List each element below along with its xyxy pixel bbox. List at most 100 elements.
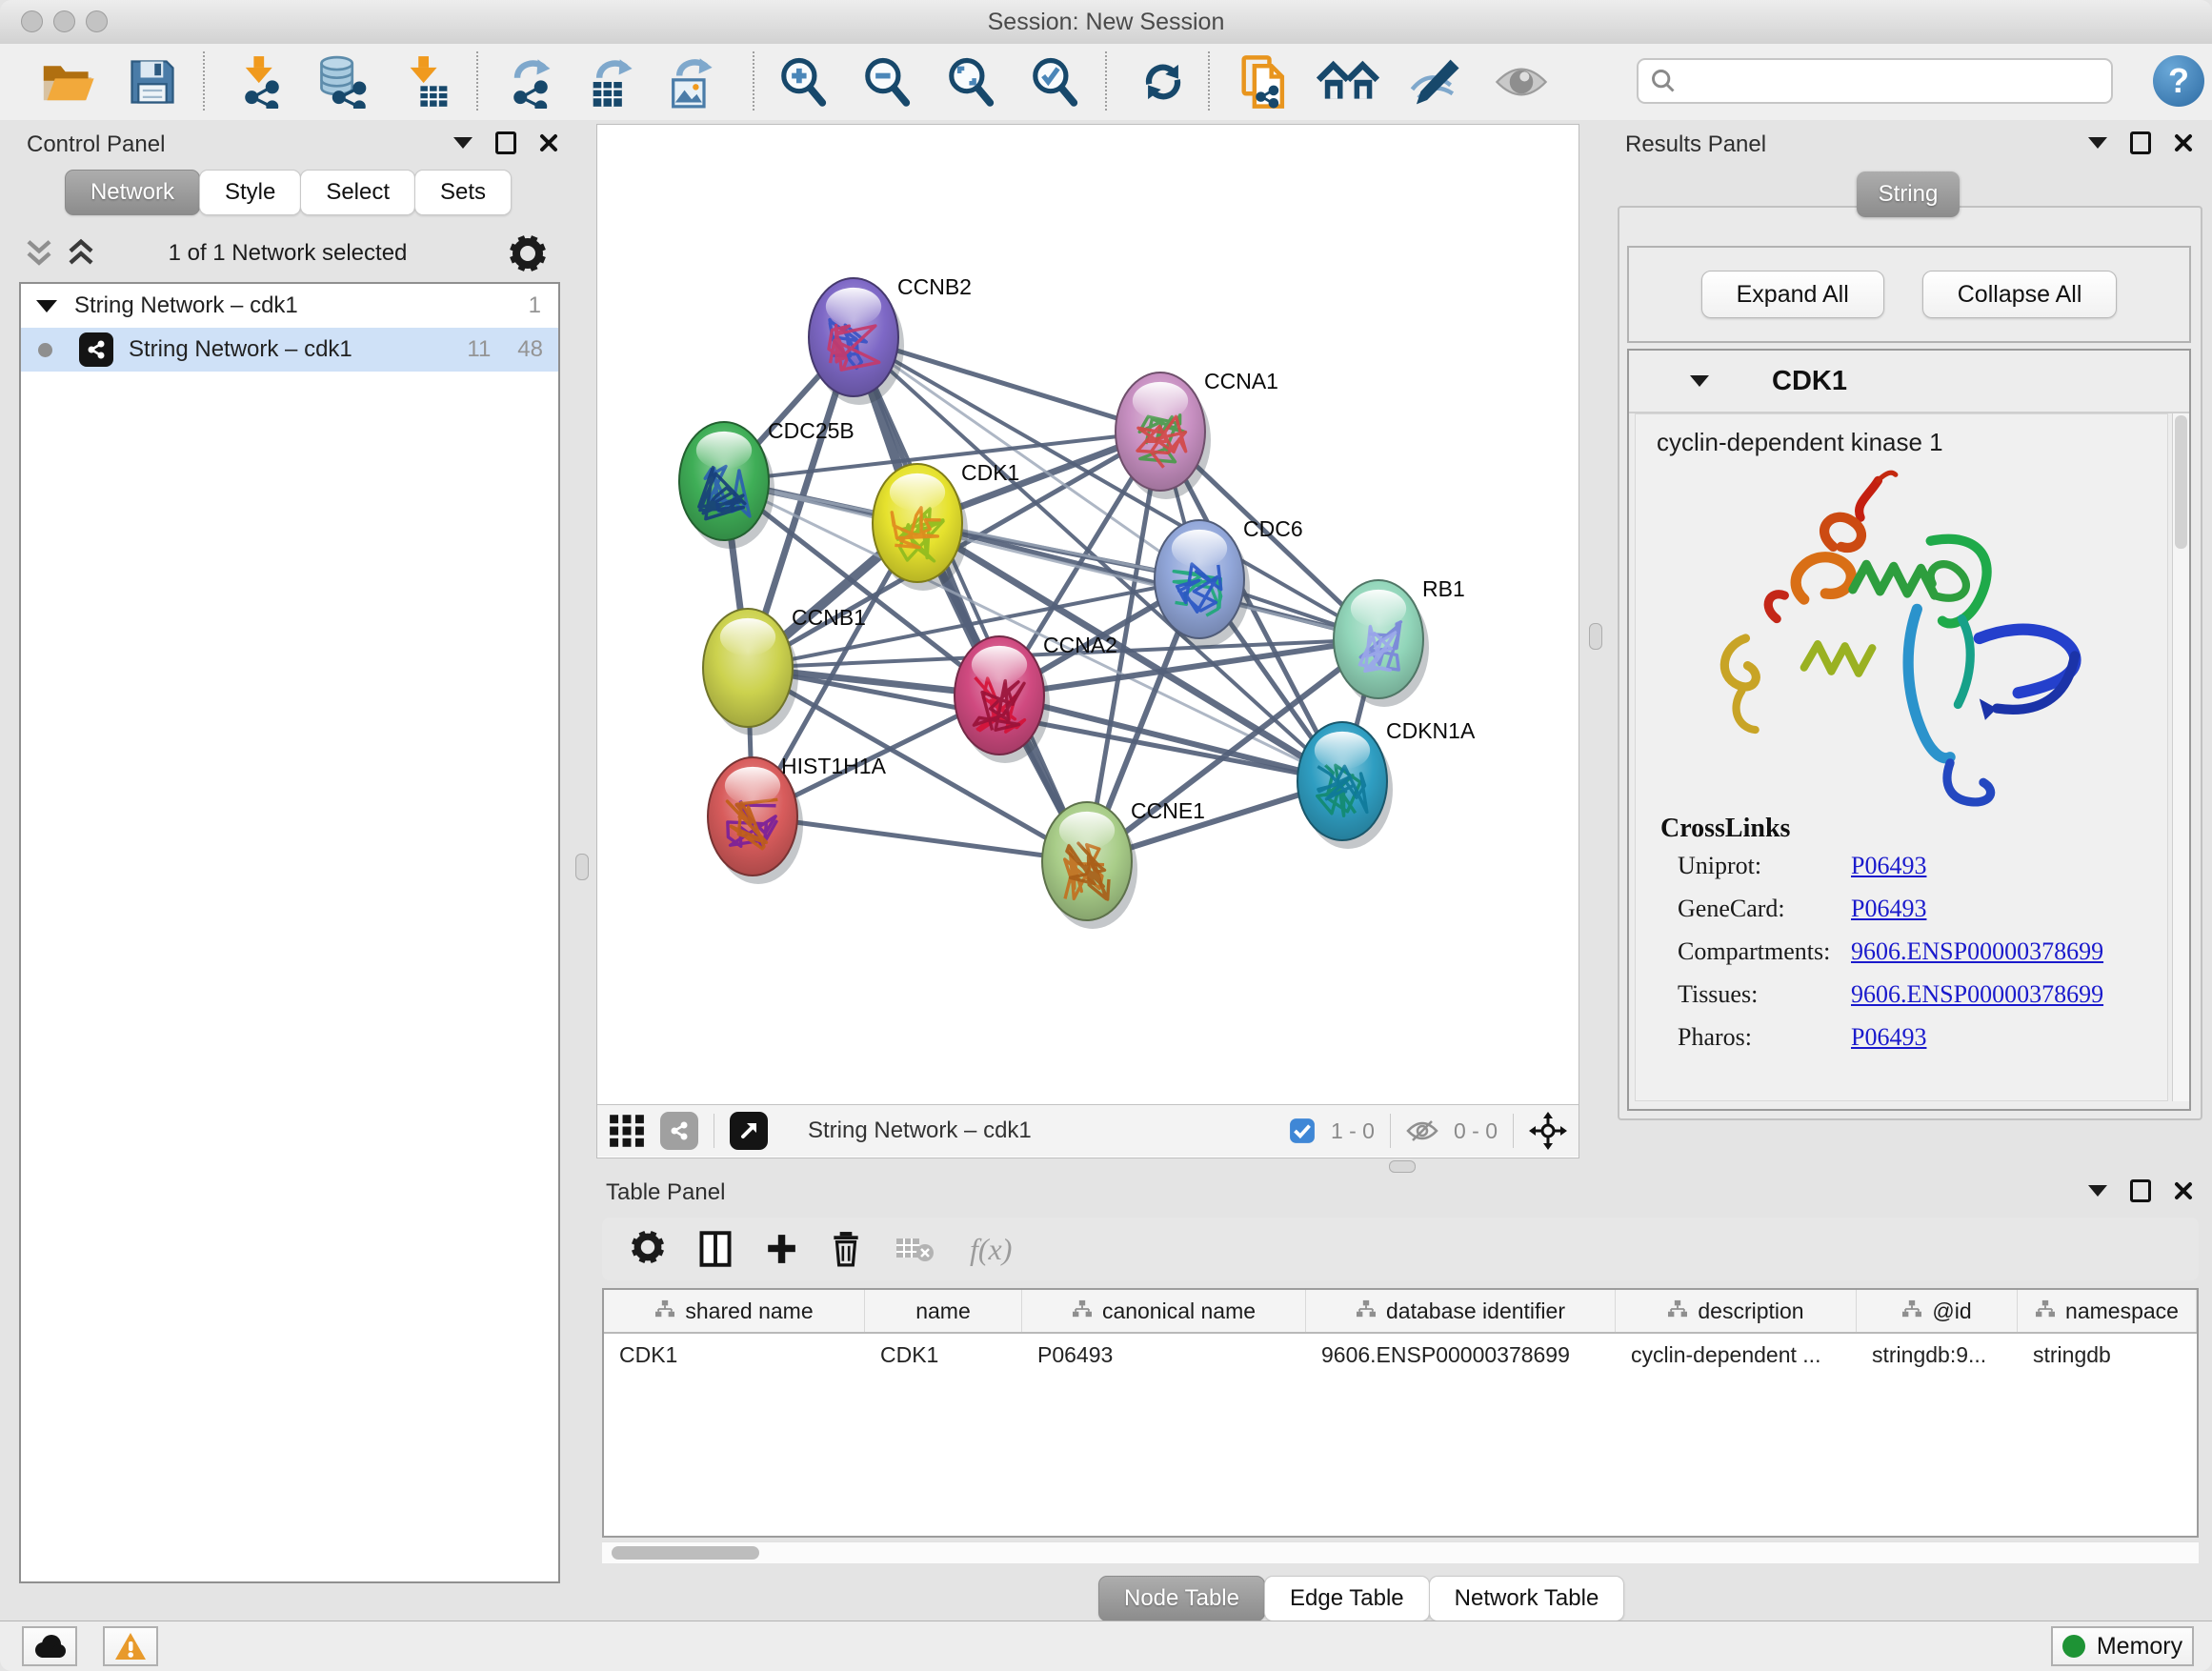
crosslink-link[interactable]: 9606.ENSP00000378699 xyxy=(1851,937,2103,966)
selected-checkbox-icon[interactable] xyxy=(1289,1117,1316,1144)
toolbar-separator xyxy=(203,51,205,111)
collapse-entry-icon[interactable] xyxy=(1690,375,1709,387)
home-string-button[interactable] xyxy=(1317,58,1379,106)
hierarchy-column-icon xyxy=(1072,1299,1093,1324)
tree-expand-icon[interactable] xyxy=(36,300,57,312)
clone-network-button[interactable] xyxy=(1238,54,1292,110)
network-icon[interactable] xyxy=(660,1112,698,1150)
select-columns-icon[interactable] xyxy=(699,1231,732,1267)
expand-all-button[interactable]: Expand All xyxy=(1701,271,1884,318)
table-horizontal-scrollbar[interactable] xyxy=(602,1541,2199,1563)
column-header-database-identifier[interactable]: database identifier xyxy=(1306,1290,1616,1332)
column-header-namespace[interactable]: namespace xyxy=(2018,1290,2197,1332)
float-panel-icon[interactable] xyxy=(495,131,516,154)
tab-style[interactable]: Style xyxy=(199,170,301,215)
network-label: String Network – cdk1 xyxy=(129,336,352,363)
tab-select[interactable]: Select xyxy=(300,170,415,215)
float-panel-icon[interactable] xyxy=(2130,131,2151,154)
tab-sets[interactable]: Sets xyxy=(414,170,512,215)
crosslink-link[interactable]: P06493 xyxy=(1851,1023,1926,1052)
network-node-RB1[interactable]: RB1 xyxy=(1334,576,1465,707)
zoom-fit-button[interactable] xyxy=(947,56,996,108)
import-network-button[interactable] xyxy=(236,55,288,109)
splitter-grip[interactable] xyxy=(575,854,589,880)
import-network-from-database-button[interactable] xyxy=(312,55,372,109)
network-collection-row[interactable]: String Network – cdk1 1 xyxy=(21,284,558,328)
network-node-CCNA2[interactable]: CCNA2 xyxy=(955,633,1117,763)
hierarchy-column-icon xyxy=(1901,1299,1922,1324)
network-node-HIST1H1A[interactable]: HIST1H1A xyxy=(708,754,887,884)
refresh-icon xyxy=(1139,58,1187,106)
column-label: canonical name xyxy=(1102,1299,1256,1324)
float-panel-icon[interactable] xyxy=(2130,1179,2151,1202)
crosslink-link[interactable]: P06493 xyxy=(1851,895,1926,923)
collection-label: String Network – cdk1 xyxy=(74,292,298,319)
grid-view-icon[interactable] xyxy=(609,1113,645,1149)
close-panel-icon[interactable] xyxy=(2174,1181,2193,1200)
cloud-status-button[interactable] xyxy=(22,1626,77,1666)
node-entry-header[interactable]: CDK1 xyxy=(1629,351,2189,413)
export-table-button[interactable] xyxy=(585,55,636,109)
zoom-in-button[interactable] xyxy=(779,56,829,108)
network-edge-count: 48 xyxy=(517,336,543,363)
table-row[interactable]: CDK1CDK1P064939606.ENSP00000378699cyclin… xyxy=(604,1334,2197,1376)
add-column-icon[interactable] xyxy=(766,1233,796,1265)
hidden-eye-icon[interactable] xyxy=(1406,1118,1438,1143)
save-session-button[interactable] xyxy=(128,57,177,107)
column-label: database identifier xyxy=(1386,1299,1565,1324)
tab-edge-table[interactable]: Edge Table xyxy=(1264,1576,1430,1621)
network-node-CCNB2[interactable]: CCNB2 xyxy=(809,274,972,405)
help-button[interactable]: ? xyxy=(2153,55,2204,107)
node-label-CDC25B: CDC25B xyxy=(768,418,855,443)
tab-network[interactable]: Network xyxy=(65,170,200,215)
close-panel-icon[interactable] xyxy=(2174,133,2193,152)
control-panel: Control Panel NetworkStyleSelectSets xyxy=(8,124,568,1589)
results-scrollbar[interactable] xyxy=(2172,413,2189,1101)
warnings-button[interactable] xyxy=(103,1626,158,1666)
network-row-selected[interactable]: String Network – cdk1 11 48 xyxy=(21,328,558,372)
tab-network-table[interactable]: Network Table xyxy=(1429,1576,1625,1621)
network-node-CCNE1[interactable]: CCNE1 xyxy=(1042,798,1205,929)
node-label-CCNB2: CCNB2 xyxy=(897,274,972,299)
network-node-CCNA1[interactable]: CCNA1 xyxy=(1116,369,1278,499)
pan-crosshair-icon[interactable] xyxy=(1529,1112,1567,1150)
memory-button[interactable]: Memory xyxy=(2051,1626,2194,1666)
delete-column-trash-icon[interactable] xyxy=(831,1231,861,1267)
splitter-grip[interactable] xyxy=(1589,623,1602,650)
export-image-button[interactable] xyxy=(665,55,716,109)
export-network-button[interactable] xyxy=(505,55,556,109)
column-header-shared-name[interactable]: shared name xyxy=(604,1290,865,1332)
zoom-selected-button[interactable] xyxy=(1031,56,1080,108)
birds-eye-view-button[interactable] xyxy=(730,1112,768,1150)
hierarchy-column-icon xyxy=(2035,1299,2056,1324)
network-canvas[interactable]: CCNB2CCNA1CDC25BCDK1CDC6RB1CCNB1CCNA2CDK… xyxy=(597,125,1579,1104)
zoom-out-button[interactable] xyxy=(863,56,913,108)
splitter-grip[interactable] xyxy=(1389,1160,1416,1173)
crosslink-link[interactable]: P06493 xyxy=(1851,852,1926,880)
search-input[interactable] xyxy=(1686,67,2111,95)
tab-string[interactable]: String xyxy=(1857,171,1960,217)
selected-node-edge-counts: 1 - 0 xyxy=(1331,1118,1375,1144)
column-header-description[interactable]: description xyxy=(1616,1290,1857,1332)
tab-node-table[interactable]: Node Table xyxy=(1098,1576,1265,1621)
network-node-CDKN1A[interactable]: CDKN1A xyxy=(1297,718,1476,849)
panel-menu-icon[interactable] xyxy=(453,137,473,149)
network-node-CCNB1[interactable]: CCNB1 xyxy=(703,605,866,735)
show-hide-eye-button[interactable] xyxy=(1494,61,1549,103)
column-header-canonical-name[interactable]: canonical name xyxy=(1022,1290,1306,1332)
node-label-CCNA2: CCNA2 xyxy=(1043,633,1117,657)
panel-menu-icon[interactable] xyxy=(2088,1185,2107,1197)
collapse-all-button[interactable]: Collapse All xyxy=(1922,271,2118,318)
show-graphics-details-button[interactable] xyxy=(1408,57,1463,107)
column-header-name[interactable]: name xyxy=(865,1290,1022,1332)
table-options-gear-icon[interactable] xyxy=(631,1230,665,1269)
import-table-button[interactable] xyxy=(404,55,453,109)
panel-menu-icon[interactable] xyxy=(2088,137,2107,149)
open-session-button[interactable] xyxy=(40,59,95,105)
close-panel-icon[interactable] xyxy=(539,133,558,152)
network-options-gear-icon[interactable] xyxy=(509,234,547,277)
crosslink-link[interactable]: 9606.ENSP00000378699 xyxy=(1851,980,2103,1009)
column-label: namespace xyxy=(2065,1299,2179,1324)
column-header--id[interactable]: @id xyxy=(1857,1290,2018,1332)
refresh-view-button[interactable] xyxy=(1139,58,1187,106)
